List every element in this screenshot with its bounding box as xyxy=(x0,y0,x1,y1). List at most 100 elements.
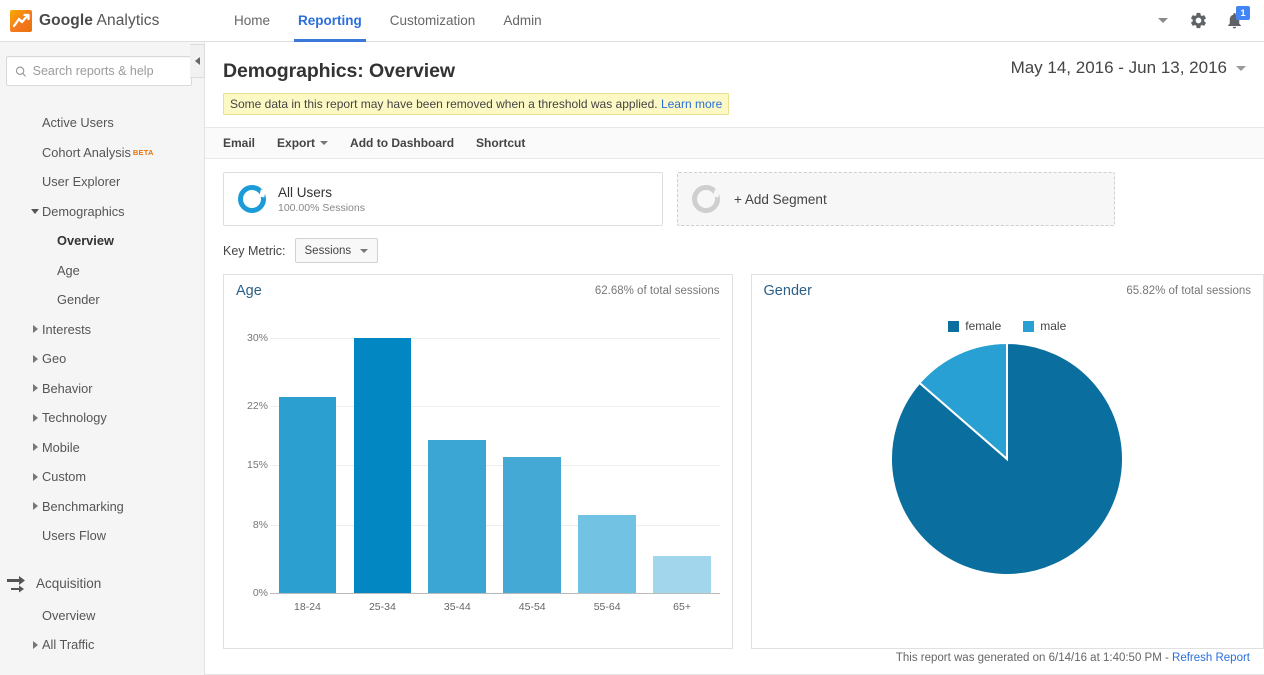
legend-item[interactable]: female xyxy=(948,319,1001,333)
chevron-right-icon xyxy=(33,354,38,363)
chevron-right-icon xyxy=(33,502,38,511)
search-input[interactable] xyxy=(32,64,183,78)
age-chart-meta: 62.68% of total sessions xyxy=(594,285,720,297)
top-bar-actions: 1 xyxy=(1148,0,1264,42)
segment-bar: All Users 100.00% Sessions + Add Segment xyxy=(205,159,1264,226)
collapse-left-icon xyxy=(194,57,200,65)
bar[interactable] xyxy=(278,397,337,593)
add-to-dashboard-label: Add to Dashboard xyxy=(350,136,455,150)
gender-chart-panel: Gender 65.82% of total sessions female ma… xyxy=(750,274,1264,649)
legend-swatch xyxy=(948,320,960,332)
sidebar-item-demographics[interactable]: Demographics xyxy=(0,197,204,227)
sidebar-item-acquisition-overview[interactable]: Overview xyxy=(0,601,204,631)
sidebar-item-label: Demographics xyxy=(42,203,125,219)
export-label: Export xyxy=(277,136,316,150)
sidebar-item-gender[interactable]: Gender xyxy=(0,285,204,315)
sidebar-item-user-explorer[interactable]: User Explorer xyxy=(0,167,204,197)
bar[interactable] xyxy=(578,514,636,593)
sidebar-item-label: Overview xyxy=(42,607,96,623)
nav-item-reporting[interactable]: Reporting xyxy=(284,0,376,42)
segment-subtitle: 100.00% Sessions xyxy=(278,201,365,214)
gender-pie-chart: 86.4% 13.6% xyxy=(752,343,1263,575)
sidebar-item-users-flow[interactable]: Users Flow xyxy=(0,521,204,551)
email-button[interactable]: Email xyxy=(223,136,255,150)
sidebar-item-custom[interactable]: Custom xyxy=(0,462,204,492)
account-menu-button[interactable] xyxy=(1148,6,1178,36)
sidebar-item-label: User Explorer xyxy=(42,174,121,190)
sidebar-item-label: Gender xyxy=(57,292,100,308)
bar[interactable] xyxy=(428,439,487,593)
sidebar-item-all-traffic[interactable]: All Traffic xyxy=(0,630,204,660)
x-axis-tick-label: 25-34 xyxy=(368,601,396,613)
legend-item[interactable]: male xyxy=(1023,319,1066,333)
bar-slot xyxy=(270,325,345,593)
bar-slot xyxy=(345,325,420,593)
nav-item-admin[interactable]: Admin xyxy=(489,0,555,42)
legend-swatch xyxy=(1023,320,1035,332)
sidebar-item-label: Custom xyxy=(42,469,87,485)
sidebar-section-acquisition[interactable]: Acquisition xyxy=(0,567,204,601)
sidebar-nav-list: Active Users Cohort Analysis BETA User Ex… xyxy=(0,108,204,551)
sidebar-item-label: Technology xyxy=(42,410,107,426)
charts-row: Age 62.68% of total sessions 0% 8% 15% 22% 3… xyxy=(205,263,1264,649)
sidebar-item-technology[interactable]: Technology xyxy=(0,403,204,433)
add-segment-button[interactable]: + Add Segment xyxy=(677,172,1115,226)
gridline xyxy=(270,593,720,594)
shortcut-button[interactable]: Shortcut xyxy=(476,136,525,150)
sidebar-item-geo[interactable]: Geo xyxy=(0,344,204,374)
learn-more-link[interactable]: Learn more xyxy=(661,97,722,111)
segment-all-users[interactable]: All Users 100.00% Sessions xyxy=(223,172,663,226)
export-button[interactable]: Export xyxy=(277,136,329,150)
chevron-right-icon xyxy=(33,384,38,393)
analytics-logo-icon xyxy=(10,9,32,32)
sidebar-item-benchmarking[interactable]: Benchmarking xyxy=(0,492,204,522)
notifications-button[interactable]: 1 xyxy=(1218,5,1250,37)
y-axis-tick-label: 15% xyxy=(246,459,268,472)
sidebar-item-active-users[interactable]: Active Users xyxy=(0,108,204,138)
nav-item-customization[interactable]: Customization xyxy=(376,0,490,42)
google-analytics-app: Google Analytics Home Reporting Customiz… xyxy=(0,0,1264,675)
sidebar-item-label: Users Flow xyxy=(42,528,106,544)
search-reports-box[interactable] xyxy=(6,56,192,86)
sidebar-collapse-button[interactable] xyxy=(190,44,205,78)
sidebar-item-mobile[interactable]: Mobile xyxy=(0,433,204,463)
shortcut-label: Shortcut xyxy=(476,136,526,150)
segment-text: All Users 100.00% Sessions xyxy=(278,185,365,214)
date-range-picker[interactable]: May 14, 2016 - Jun 13, 2016 xyxy=(1011,58,1246,78)
x-axis-tick-label: 45-54 xyxy=(518,601,546,613)
top-nav: Home Reporting Customization Admin xyxy=(220,0,556,42)
sidebar: Active Users Cohort AnalysisBETA User Ex… xyxy=(0,42,205,675)
bar[interactable] xyxy=(353,337,412,593)
age-chart-panel: Age 62.68% of total sessions 0% 8% 15% 22% 3… xyxy=(223,274,733,649)
add-to-dashboard-button[interactable]: Add to Dashboard xyxy=(350,136,454,150)
brand-logo[interactable]: Google Analytics xyxy=(0,9,200,32)
y-axis-tick-label: 8% xyxy=(252,518,268,531)
sidebar-item-behavior[interactable]: Behavior xyxy=(0,374,204,404)
page-header: Demographics: Overview May 14, 2016 - Ju… xyxy=(205,42,1264,83)
nav-item-home[interactable]: Home xyxy=(220,0,284,42)
sidebar-item-overview[interactable]: Overview xyxy=(0,226,204,256)
y-axis-tick-label: 30% xyxy=(246,331,268,344)
sidebar-item-cohort-analysis[interactable]: Cohort Analysis BETA xyxy=(0,138,204,168)
bar-slot xyxy=(420,325,495,593)
x-axis-tick-label: 65+ xyxy=(673,601,691,613)
bar[interactable] xyxy=(653,555,711,593)
x-axis-tick-label: 18-24 xyxy=(294,601,321,613)
settings-button[interactable] xyxy=(1182,5,1214,37)
brand-name-light: Analytics xyxy=(93,11,160,29)
bar-slot xyxy=(645,325,720,593)
bar[interactable] xyxy=(503,456,562,593)
chevron-down-icon xyxy=(31,208,39,214)
bar-slot xyxy=(495,325,570,593)
sidebar-item-label: Active Users xyxy=(42,115,114,131)
sidebar-item-interests[interactable]: Interests xyxy=(0,315,204,345)
refresh-report-link[interactable]: Refresh Report xyxy=(1172,652,1250,664)
chevron-down-icon xyxy=(1158,18,1168,23)
y-axis-tick-label: 0% xyxy=(252,587,268,599)
legend-label: male xyxy=(1040,319,1067,333)
chevron-right-icon xyxy=(33,325,38,334)
gender-chart-title: Gender xyxy=(763,283,812,299)
sidebar-item-age[interactable]: Age xyxy=(0,256,204,286)
key-metric-select[interactable]: Sessions xyxy=(294,238,379,263)
legend-label: female xyxy=(965,319,1002,333)
